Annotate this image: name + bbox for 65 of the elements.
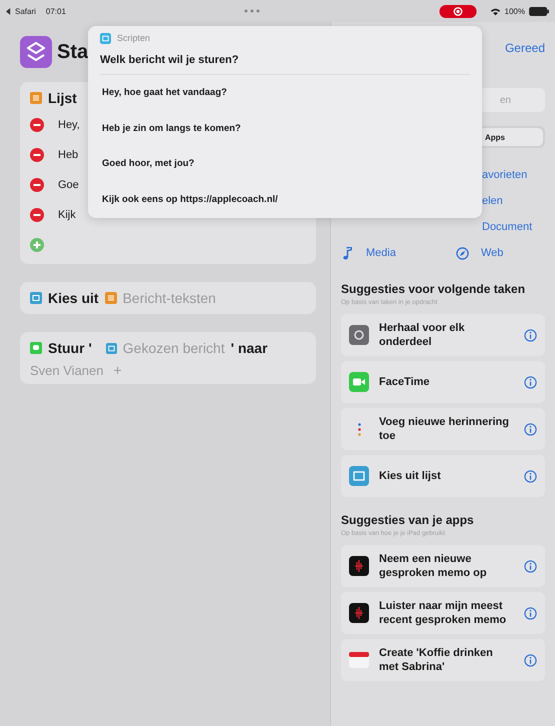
info-icon[interactable]	[524, 470, 537, 482]
action-label: Stuur '	[48, 340, 92, 356]
messages-icon	[30, 342, 42, 354]
delete-icon[interactable]	[30, 118, 44, 132]
video-camera-icon	[349, 372, 369, 392]
menu-option[interactable]: Kijk ook eens op https://applecoach.nl/	[100, 182, 470, 217]
list-item-text[interactable]: Hey,	[58, 119, 80, 131]
choose-list-icon	[30, 292, 42, 304]
info-icon[interactable]	[524, 606, 537, 620]
suggestion-item[interactable]: Neem een nieuwe gesproken memo op	[341, 545, 545, 587]
add-icon[interactable]	[30, 238, 44, 252]
info-icon[interactable]	[524, 654, 537, 666]
list-variable-icon	[104, 292, 117, 304]
category-link[interactable]: Web	[481, 247, 504, 259]
back-app-label[interactable]: Safari	[15, 6, 36, 16]
delete-icon[interactable]	[30, 178, 44, 192]
multitasking-dots-icon[interactable]	[242, 9, 262, 13]
info-icon[interactable]	[524, 560, 537, 572]
category-link[interactable]: elen	[482, 195, 503, 207]
chosen-item-icon	[106, 342, 117, 354]
list-item-text[interactable]: Heb	[58, 149, 78, 161]
shortcuts-app-icon	[100, 32, 111, 44]
battery-icon	[529, 6, 549, 16]
menu-option[interactable]: Hey, hoe gaat het vandaag?	[100, 75, 470, 110]
delete-icon[interactable]	[30, 148, 44, 162]
reminder-dots-icon	[358, 422, 361, 436]
menu-title: Welk bericht wil je sturen?	[100, 46, 470, 75]
info-icon[interactable]	[524, 376, 537, 388]
list-item-text[interactable]: Kijk	[58, 209, 76, 221]
waveform-icon	[349, 603, 369, 623]
recording-indicator-icon	[438, 4, 478, 18]
status-time: 07:01	[46, 6, 66, 16]
section-title: Suggesties van je apps	[341, 513, 475, 527]
category-link[interactable]: Document	[482, 221, 532, 233]
shortcut-title: Sta	[57, 40, 88, 64]
category-link[interactable]: Media	[366, 247, 396, 259]
section-title: Suggesties voor volgende taken	[341, 282, 526, 296]
shortcut-app-icon[interactable]	[20, 36, 52, 68]
compass-icon	[456, 246, 469, 260]
suggestion-item[interactable]: Voeg nieuwe herinnering toe	[341, 408, 545, 450]
music-note-icon	[341, 246, 354, 260]
list-icon	[349, 466, 369, 486]
info-icon[interactable]	[524, 328, 537, 342]
waveform-icon	[349, 556, 369, 576]
list-icon	[30, 92, 42, 104]
action-label: ' naar	[230, 340, 268, 356]
wifi-icon	[490, 6, 501, 16]
list-item-text[interactable]: Goe	[58, 179, 79, 191]
suggestion-item[interactable]: FaceTime	[341, 361, 545, 403]
action-label: Kies uit	[48, 290, 99, 306]
battery-percentage: 100%	[504, 6, 525, 16]
calendar-icon	[349, 650, 369, 670]
app-name: Scripten	[117, 33, 150, 43]
suggestion-item[interactable]: Create 'Koffie drinken met Sabrina'	[341, 639, 545, 681]
repeat-icon	[349, 325, 369, 345]
info-icon[interactable]	[524, 422, 537, 436]
action-title: Lijst	[48, 90, 77, 106]
category-link[interactable]: avorieten	[482, 169, 528, 181]
back-arrow-icon[interactable]	[6, 8, 11, 14]
delete-icon[interactable]	[30, 208, 44, 222]
suggestion-item[interactable]: Herhaal voor elk onderdeel	[341, 314, 545, 356]
menu-option[interactable]: Goed hoor, met jou?	[100, 146, 470, 182]
suggestion-item[interactable]: Luister naar mijn meest recent gesproken memo	[341, 592, 545, 634]
suggestion-item[interactable]: Kies uit lijst	[341, 455, 545, 497]
done-button[interactable]: Gereed	[504, 41, 545, 55]
